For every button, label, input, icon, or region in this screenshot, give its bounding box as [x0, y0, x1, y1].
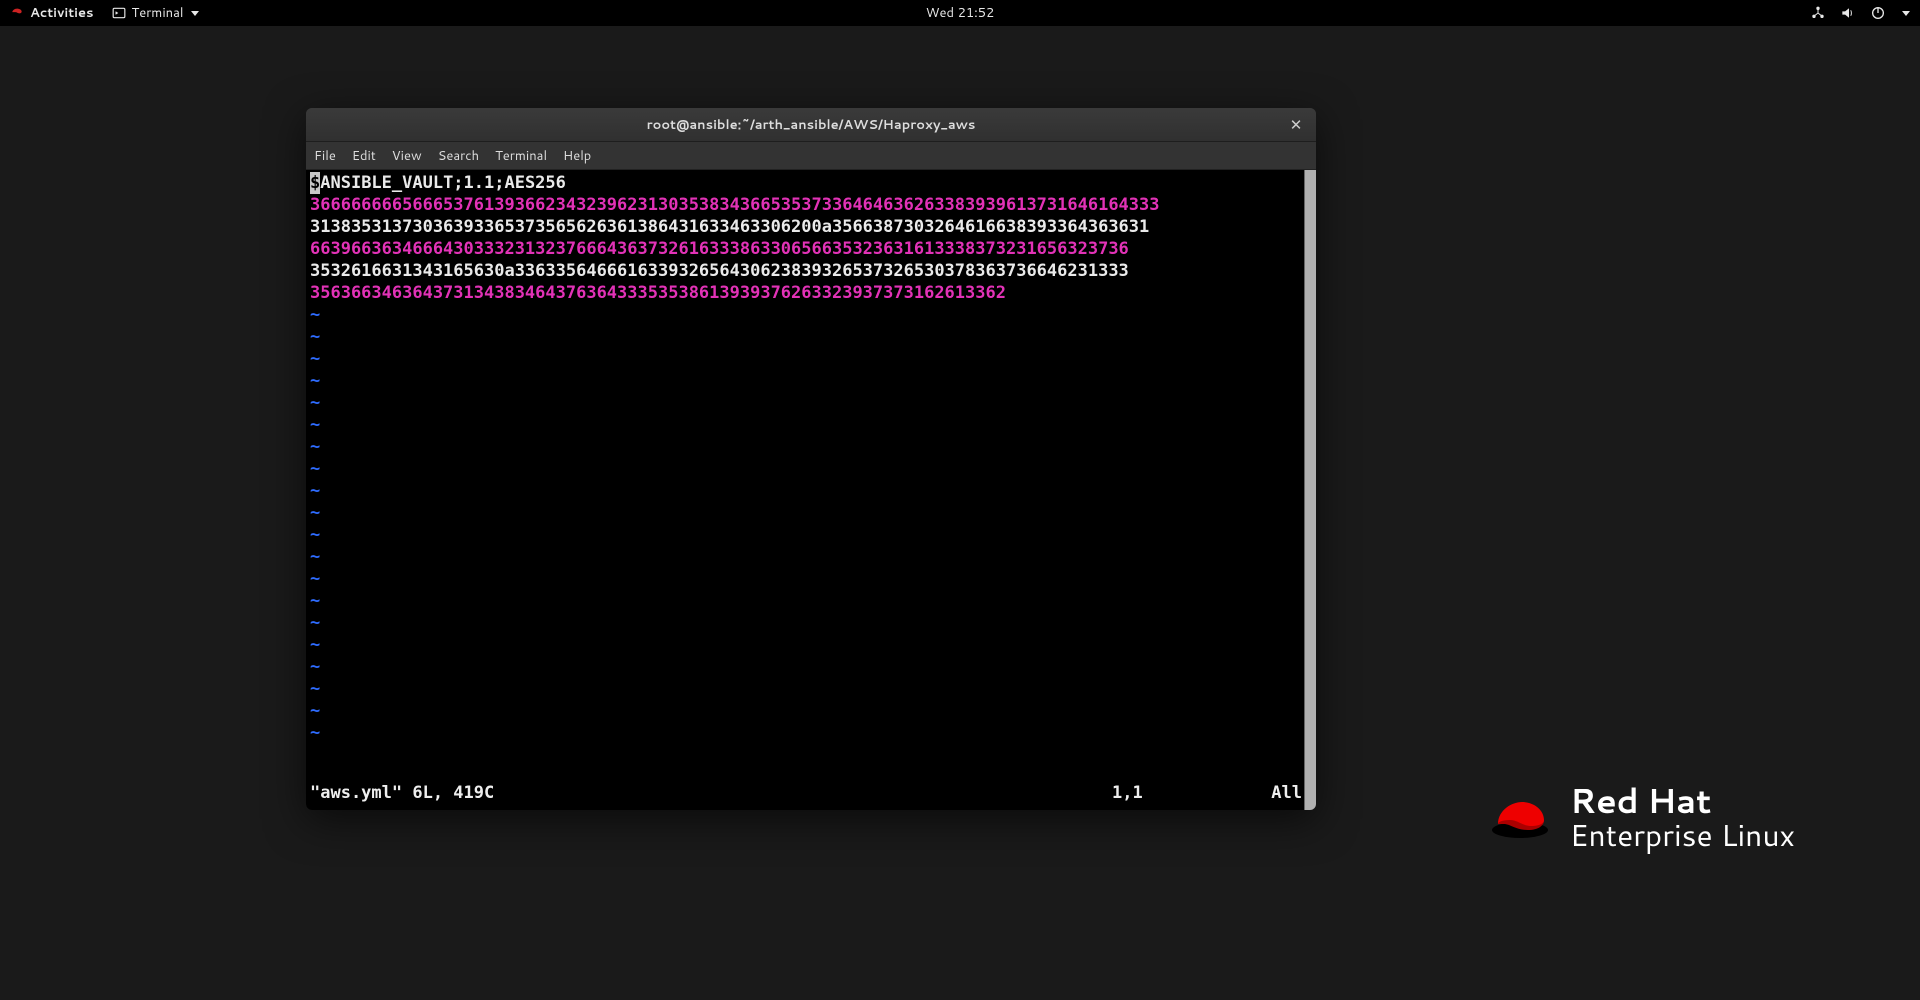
- vim-empty-line: ~: [310, 436, 1312, 458]
- clock[interactable]: Wed 21:52: [926, 4, 994, 22]
- current-app-label: Terminal: [132, 4, 184, 22]
- system-tray[interactable]: [1810, 5, 1910, 21]
- power-icon: [1870, 5, 1886, 21]
- menu-help[interactable]: Help: [563, 147, 591, 165]
- cursor: $: [310, 172, 320, 194]
- vim-empty-line: ~: [310, 414, 1312, 436]
- vault-cipher-line: 3563663463643731343834643763643335353861…: [310, 282, 1312, 304]
- vim-empty-line: ~: [310, 524, 1312, 546]
- vault-header-text: ANSIBLE_VAULT;1.1;AES256: [320, 173, 566, 193]
- vim-empty-line: ~: [310, 326, 1312, 348]
- menu-view[interactable]: View: [392, 147, 422, 165]
- terminal-menubar: File Edit View Search Terminal Help: [306, 142, 1316, 170]
- vim-empty-line: ~: [310, 502, 1312, 524]
- window-title: root@ansible:~/arth_ansible/AWS/Haproxy_…: [647, 116, 976, 134]
- vim-empty-line: ~: [310, 546, 1312, 568]
- current-app-menu[interactable]: Terminal: [112, 4, 200, 22]
- chevron-down-icon: [1902, 11, 1910, 16]
- menu-file[interactable]: File: [314, 147, 336, 165]
- terminal-app-icon: [112, 6, 126, 20]
- redhat-fedora-icon: [1488, 792, 1552, 840]
- close-icon: ✕: [1290, 117, 1303, 132]
- vim-empty-line: ~: [310, 590, 1312, 612]
- network-icon: [1810, 5, 1826, 21]
- close-button[interactable]: ✕: [1286, 115, 1306, 135]
- terminal-window: root@ansible:~/arth_ansible/AWS/Haproxy_…: [306, 108, 1316, 810]
- clock-label: Wed 21:52: [926, 4, 994, 22]
- status-percent: All: [1242, 782, 1302, 804]
- menu-search[interactable]: Search: [438, 147, 479, 165]
- brand-line2: Enterprise Linux: [1570, 819, 1795, 851]
- vault-cipher-line: 3138353137303639336537356562636138643163…: [310, 216, 1312, 238]
- vim-empty-line: ~: [310, 480, 1312, 502]
- status-file: "aws.yml" 6L, 419C: [310, 782, 1112, 804]
- vim-empty-line: ~: [310, 370, 1312, 392]
- menu-terminal[interactable]: Terminal: [495, 147, 547, 165]
- vim-empty-line: ~: [310, 568, 1312, 590]
- vault-cipher-line: 3666666665666537613936623432396231303538…: [310, 194, 1312, 216]
- vim-empty-line: ~: [310, 722, 1312, 744]
- vim-empty-line: ~: [310, 634, 1312, 656]
- terminal-scrollbar[interactable]: [1304, 170, 1316, 810]
- vim-empty-line: ~: [310, 656, 1312, 678]
- terminal-viewport[interactable]: $ANSIBLE_VAULT;1.1;AES256 36666666656665…: [306, 170, 1316, 810]
- redhat-icon: [10, 4, 24, 23]
- vim-empty-line: ~: [310, 612, 1312, 634]
- vim-empty-line: ~: [310, 392, 1312, 414]
- vim-empty-line: ~: [310, 700, 1312, 722]
- vim-empty-line: ~: [310, 458, 1312, 480]
- vault-cipher-line: 3532616631343165630a33633564666163393265…: [310, 260, 1312, 282]
- status-position: 1,1: [1112, 782, 1242, 804]
- vim-status-line: "aws.yml" 6L, 419C 1,1 All: [310, 782, 1302, 804]
- vim-empty-line: ~: [310, 304, 1312, 326]
- menu-edit[interactable]: Edit: [352, 147, 376, 165]
- activities-label: Activities: [30, 4, 94, 22]
- redhat-brand-logo: Red Hat Enterprise Linux: [1488, 783, 1795, 850]
- window-titlebar[interactable]: root@ansible:~/arth_ansible/AWS/Haproxy_…: [306, 108, 1316, 142]
- vim-empty-line: ~: [310, 348, 1312, 370]
- gnome-topbar: Activities Terminal Wed 21:52: [0, 0, 1920, 26]
- vault-header-line: $ANSIBLE_VAULT;1.1;AES256: [310, 172, 1312, 194]
- chevron-down-icon: [191, 11, 199, 16]
- vim-empty-line: ~: [310, 678, 1312, 700]
- activities-button[interactable]: Activities: [10, 4, 94, 23]
- vault-cipher-line: 6639663634666430333231323766643637326163…: [310, 238, 1312, 260]
- volume-icon: [1840, 5, 1856, 21]
